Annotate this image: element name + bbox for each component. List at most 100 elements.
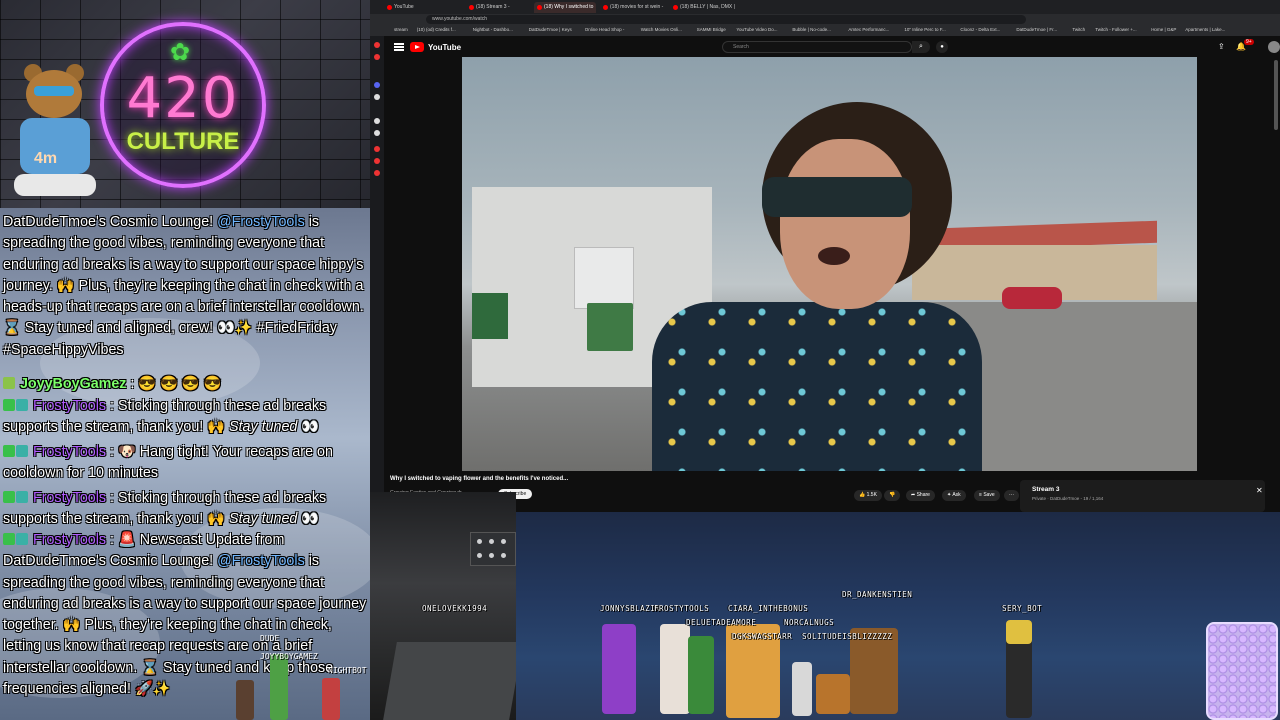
ask-button[interactable]: ✦ Ask xyxy=(942,490,966,501)
browser-window: YouTube (18) Stream 3 - YouTube (18) Why I… xyxy=(370,0,1280,512)
logo-word: CULTURE xyxy=(126,128,240,155)
microphone-icon[interactable]: ● xyxy=(936,41,948,53)
character-sprite xyxy=(602,624,636,714)
save-label: Save xyxy=(983,492,995,498)
bookmark-item[interactable]: Twitch - Follower +... xyxy=(1095,27,1136,32)
chat-message: FrostyTools : 🐶 Hang tight! Your recaps … xyxy=(3,442,369,485)
chat-badge-icon xyxy=(3,533,15,545)
like-button[interactable]: 👍 1.5K xyxy=(854,490,882,501)
save-icon: ≡ xyxy=(979,492,982,498)
address-bar: www.youtube.com/watch xyxy=(370,14,1280,25)
character-sprite xyxy=(688,636,714,714)
browser-tab[interactable]: (18) BELLY | Nas, DMX | Fi xyxy=(670,2,740,21)
search-input[interactable]: Search xyxy=(722,41,912,53)
share-icon: ➦ xyxy=(911,492,916,498)
bookmark-item[interactable]: Apartments | Lake... xyxy=(1185,27,1225,32)
save-button[interactable]: ≡ Save xyxy=(974,490,1000,501)
chat-panel: DatDudeTmoe's Cosmic Lounge! @FrostyTool… xyxy=(0,208,370,720)
player-name: JONNYSBLAZIN xyxy=(600,604,661,613)
chat-mention: @FrostyTools xyxy=(217,214,305,230)
chat-text: is spreading the good vibes, reminding e… xyxy=(3,214,364,358)
bookmark-item[interactable]: Home | G&P xyxy=(1151,27,1176,32)
youtube-logo-icon[interactable] xyxy=(410,42,424,52)
player-name: FROSTYTOOLS xyxy=(654,604,710,613)
thumbs-down-icon: 👎 xyxy=(889,492,896,498)
rail-icon[interactable] xyxy=(374,118,380,124)
chat-text: 👀 xyxy=(297,511,320,528)
rail-icon[interactable] xyxy=(374,146,380,152)
bookmark-item[interactable]: YouTube Video Do... xyxy=(736,27,777,32)
bookmark-item[interactable]: DatDudeTmoe | Fr... xyxy=(1016,27,1057,32)
rail-icon[interactable] xyxy=(374,82,380,88)
youtube-favicon-icon xyxy=(537,5,542,10)
sprite-name: JOYYBOYGAMEZ xyxy=(260,652,318,661)
browser-tab[interactable]: (18) Why I switched to xyxy=(534,2,596,13)
bookmark-item[interactable]: (10) (od) Credits f... xyxy=(417,27,456,32)
rail-icon[interactable] xyxy=(374,170,380,176)
avatar[interactable] xyxy=(1268,41,1280,53)
chat-badge-icon xyxy=(3,445,15,457)
dislike-button[interactable]: 👎 xyxy=(884,490,901,501)
player-name: ONELOVEKK1994 xyxy=(422,604,488,613)
chat-badge-icon xyxy=(3,377,15,389)
share-button[interactable]: ➦ Share xyxy=(906,490,935,501)
bookmark-item[interactable]: 10" Inline Perc to F... xyxy=(904,27,945,32)
close-icon[interactable]: ✕ xyxy=(1256,486,1263,495)
browser-tab[interactable]: (18) Stream 3 - YouTube xyxy=(466,2,530,21)
chat-badge-icon xyxy=(16,533,28,545)
video-title: Why I switched to vaping flower and the … xyxy=(390,476,569,482)
youtube-brand[interactable]: YouTube xyxy=(428,43,461,52)
browser-tab[interactable]: YouTube xyxy=(384,2,462,13)
bookmark-item[interactable]: Bubble | No-code... xyxy=(792,27,830,32)
player-name: DELUETADEAMORE xyxy=(686,618,757,627)
scrollbar[interactable] xyxy=(1274,60,1278,130)
bookmark-item[interactable]: Online Head Shop - xyxy=(585,27,625,32)
orb-jar xyxy=(1206,622,1278,720)
chat-message: JoyyBoyGamez : 😎 😎 😎 😎 xyxy=(3,374,369,395)
stream-canvas: 4m ✿ 420 CULTURE DatDudeTmoe's Cosmic Lo… xyxy=(0,0,1280,720)
player-name: DR_DANKENSTIEN xyxy=(842,590,913,599)
chat-message: FrostyTools : Sticking through these ad … xyxy=(3,396,369,439)
player-name: DGKSWAGSTARR xyxy=(732,632,793,641)
player-name: SERY_BOT xyxy=(1002,604,1043,613)
rail-icon[interactable] xyxy=(374,54,380,60)
chat-message: DatDudeTmoe's Cosmic Lounge! @FrostyTool… xyxy=(3,212,369,361)
rail-icon[interactable] xyxy=(374,158,380,164)
bookmark-item[interactable]: DatDudeTmoe | Keys xyxy=(529,27,572,32)
chat-text: Stay tuned xyxy=(229,419,298,436)
bookmark-item[interactable]: SAMMI Bridge xyxy=(697,27,726,32)
character-sprite xyxy=(660,624,690,714)
bookmark-item[interactable]: Twitch xyxy=(1072,27,1085,32)
player-name: NORCALNUGS xyxy=(784,618,835,627)
neon-logo: ✿ 420 CULTURE xyxy=(100,22,266,188)
video-player[interactable] xyxy=(462,57,1197,471)
rail-icon[interactable] xyxy=(374,130,380,136)
more-actions-button[interactable]: ··· xyxy=(1004,490,1019,501)
bookmark-item[interactable]: Amtec Performanc... xyxy=(848,27,889,32)
bookmark-item[interactable]: Cloonz - Delta Ext... xyxy=(960,27,1000,32)
upload-icon[interactable]: ⇪ xyxy=(1218,42,1225,51)
tab-label: (18) Why I switched to xyxy=(544,4,594,10)
bookmark-item[interactable]: Watch Movies Onli... xyxy=(641,27,682,32)
bookmark-item[interactable]: stream xyxy=(394,27,408,32)
browser-tab[interactable]: (18) movies for st wein - Y xyxy=(600,2,666,21)
chat-username: FrostyTools xyxy=(29,444,107,460)
chat-username: JoyyBoyGamez xyxy=(16,376,127,392)
chat-sprites: DUDE JOYYBOYGAMEZ NIGHTBOT xyxy=(230,634,370,720)
hamburger-menu-icon[interactable] xyxy=(394,43,404,51)
thumbs-up-icon: 👍 xyxy=(859,492,866,498)
chat-text: Stay tuned xyxy=(229,511,298,528)
youtube-favicon-icon xyxy=(603,5,608,10)
side-rail xyxy=(370,36,384,512)
logo-number: 420 xyxy=(126,66,240,131)
chat-badge-icon xyxy=(16,445,28,457)
bookmarks-bar: stream (10) (od) Credits f... Nightbot - D… xyxy=(370,25,1280,36)
url-field[interactable]: www.youtube.com/watch xyxy=(426,15,1026,24)
search-icon[interactable]: ⌕ xyxy=(912,41,930,53)
sprite-name: DUDE xyxy=(260,634,280,643)
bear-mascot: 4m xyxy=(8,62,100,202)
rail-icon[interactable] xyxy=(374,42,380,48)
bookmark-item[interactable]: Nightbot - Dashbo... xyxy=(473,27,513,32)
playlist-title: Stream 3 xyxy=(1032,486,1060,493)
rail-icon[interactable] xyxy=(374,94,380,100)
